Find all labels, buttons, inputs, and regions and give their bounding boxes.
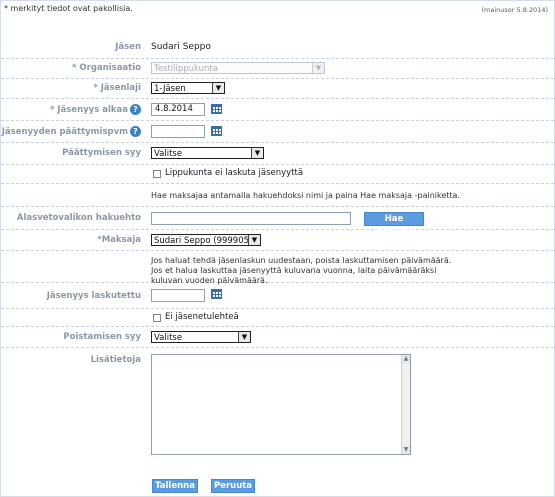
scroll-down-icon[interactable]: ▼ bbox=[402, 446, 410, 454]
row-organization: * Organisaatio Testilippukunta ▼ bbox=[1, 59, 554, 79]
row-invoiced: Jäsenyys laskutettu bbox=[1, 283, 554, 309]
row-member: Jäsen Sudari Seppo bbox=[1, 39, 554, 59]
invoiced-label: Jäsenyys laskutettu bbox=[46, 291, 141, 301]
textarea-scrollbar[interactable]: ▲ ▼ bbox=[401, 355, 410, 454]
row-no-invoice: Lippukunta ei laskuta jäsenyyttä bbox=[1, 165, 554, 184]
row-membership-end: Jäsenyyden päättymispvm? bbox=[1, 121, 554, 143]
row-no-magazine: Ei jäsenetulehteä bbox=[1, 309, 554, 327]
help-icon[interactable]: ? bbox=[130, 126, 141, 137]
calendar-icon[interactable] bbox=[211, 104, 222, 114]
chevron-down-icon: ▼ bbox=[238, 332, 250, 342]
dropdown-search-label: Alasvetovalikon hakuehto bbox=[16, 213, 141, 223]
removal-reason-value: Valitse bbox=[154, 333, 183, 343]
chevron-down-icon: ▼ bbox=[312, 63, 324, 73]
row-dropdown-search: Alasvetovalikon hakuehto Hae maksaja bbox=[1, 207, 554, 236]
row-membership-start: * Jäsenyys alkaa? 4.8.2014 bbox=[1, 99, 554, 121]
member-type-value: 1-Jäsen bbox=[154, 84, 186, 94]
membership-end-label-wrap: Jäsenyyden päättymispvm? bbox=[2, 126, 141, 137]
organization-label: * Organisaatio bbox=[72, 63, 141, 73]
organization-select: Testilippukunta ▼ bbox=[151, 62, 325, 74]
no-invoice-label: Lippukunta ei laskuta jäsenyyttä bbox=[165, 168, 304, 178]
removal-reason-select[interactable]: Valitse ▼ bbox=[151, 331, 251, 343]
scroll-up-icon[interactable]: ▲ bbox=[402, 355, 410, 363]
help-icon[interactable]: ? bbox=[130, 104, 141, 115]
extra-info-textarea[interactable]: ▲ ▼ bbox=[151, 354, 411, 455]
row-end-reason: Päättymisen syy Valitse ▼ bbox=[1, 143, 554, 165]
extra-info-label: Lisätietoja bbox=[90, 355, 141, 365]
no-magazine-label: Ei jäsenetulehteä bbox=[165, 312, 239, 322]
invoiced-date-input[interactable] bbox=[151, 289, 205, 302]
no-magazine-checkbox[interactable] bbox=[153, 314, 161, 322]
payer-info-text: Hae maksajaa antamalla hakuehdoksi nimi … bbox=[151, 191, 460, 200]
form-panel: * merkityt tiedot ovat pakollisia. (main… bbox=[0, 0, 555, 497]
invoice-info-text: Jos haluat tehdä jäsenlaskun uudestaan, … bbox=[151, 256, 452, 285]
calendar-icon[interactable] bbox=[211, 126, 222, 136]
end-reason-select[interactable]: Valitse ▼ bbox=[151, 147, 264, 159]
row-invoice-info: Jos haluat tehdä jäsenlaskun uudestaan, … bbox=[1, 251, 554, 285]
chevron-down-icon: ▼ bbox=[248, 235, 260, 245]
payer-label: *Maksaja bbox=[97, 235, 141, 245]
member-type-label: * Jäsenlaji bbox=[93, 83, 141, 93]
membership-start-input[interactable]: 4.8.2014 bbox=[151, 103, 205, 116]
calendar-icon[interactable] bbox=[211, 289, 222, 299]
chevron-down-icon: ▼ bbox=[251, 148, 263, 158]
membership-start-label-wrap: * Jäsenyys alkaa? bbox=[50, 104, 141, 115]
row-payer-info: Hae maksajaa antamalla hakuehdoksi nimi … bbox=[1, 184, 554, 207]
end-reason-value: Valitse bbox=[154, 149, 183, 159]
member-value: Sudari Seppo bbox=[151, 42, 211, 52]
no-invoice-checkbox[interactable] bbox=[153, 170, 161, 178]
chevron-down-icon: ▼ bbox=[212, 83, 224, 93]
cancel-button[interactable]: Peruuta bbox=[211, 479, 255, 493]
required-note: * merkityt tiedot ovat pakollisia. bbox=[4, 4, 133, 13]
membership-end-label: Jäsenyyden päättymispvm bbox=[1, 127, 128, 137]
payer-value: Sudari Seppo (9999051) bbox=[154, 236, 258, 246]
membership-start-label: * Jäsenyys alkaa bbox=[49, 105, 128, 115]
payer-select[interactable]: Sudari Seppo (9999051) ▼ bbox=[151, 234, 261, 246]
row-member-type: * Jäsenlaji 1-Jäsen ▼ bbox=[1, 79, 554, 99]
member-label: Jäsen bbox=[115, 42, 141, 52]
dropdown-search-input[interactable] bbox=[151, 212, 351, 225]
membership-end-input[interactable] bbox=[151, 125, 205, 138]
save-button[interactable]: Tallenna bbox=[152, 479, 198, 493]
row-payer: *Maksaja Sudari Seppo (9999051) ▼ bbox=[1, 230, 554, 251]
removal-reason-label: Poistamisen syy bbox=[63, 332, 141, 342]
row-removal-reason: Poistamisen syy Valitse ▼ bbox=[1, 327, 554, 348]
member-type-select[interactable]: 1-Jäsen ▼ bbox=[151, 82, 225, 94]
version-label: (mainusor 5.8.2014) bbox=[481, 6, 548, 14]
search-payer-button[interactable]: Hae maksaja bbox=[364, 212, 424, 236]
organization-value: Testilippukunta bbox=[154, 64, 218, 74]
end-reason-label: Päättymisen syy bbox=[62, 148, 141, 158]
